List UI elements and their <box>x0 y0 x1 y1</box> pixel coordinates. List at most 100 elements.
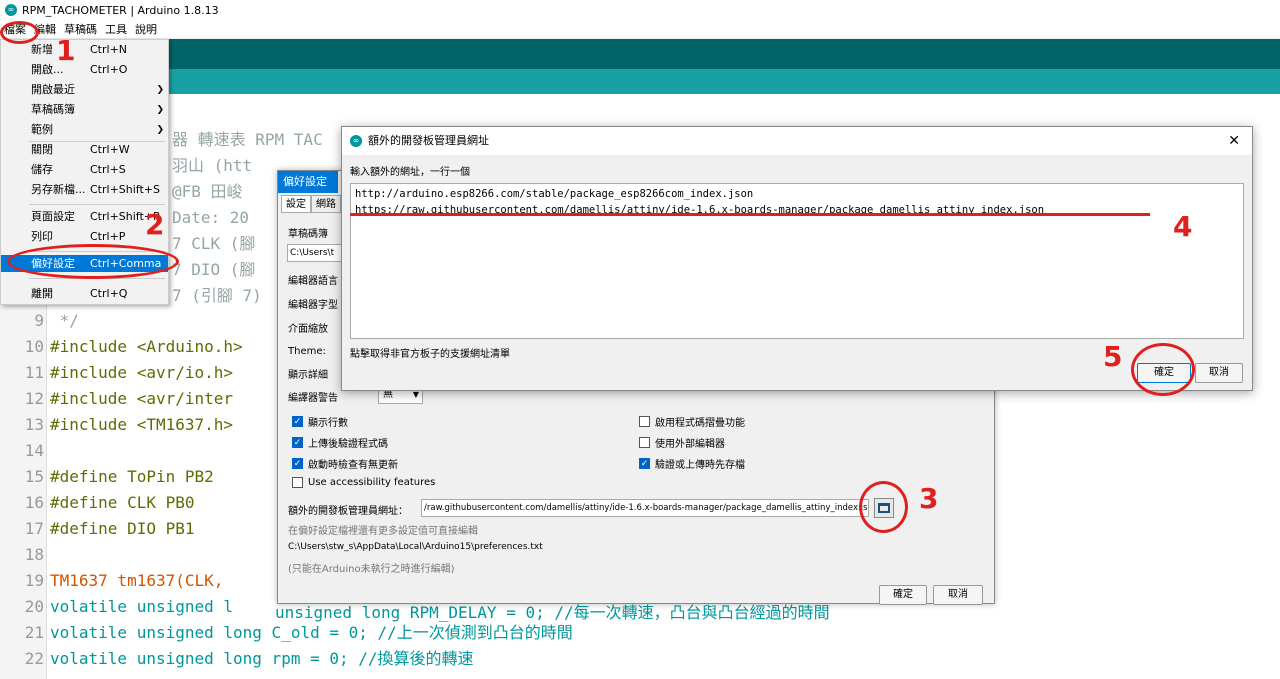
menu-item-open[interactable]: 開啟... Ctrl+O <box>1 60 168 80</box>
annotation-5: 5 <box>1103 340 1123 373</box>
menu-item-close[interactable]: 關閉 Ctrl+W <box>1 140 168 160</box>
pref-row-label: Theme: <box>288 346 326 357</box>
code-line: #include <TM1637.h> <box>50 415 234 434</box>
menu-item-save[interactable]: 儲存 Ctrl+S <box>1 160 168 180</box>
board-urls-textarea[interactable] <box>350 183 1244 339</box>
menu-item-open-recent[interactable]: 開啟最近 ❯ <box>1 80 168 100</box>
code-line: #include <avr/io.h> <box>50 363 234 382</box>
tab-network[interactable]: 網路 <box>311 195 341 213</box>
pref-row-label: 介面縮放 <box>288 324 328 335</box>
code-line: #define ToPin PB2 <box>50 467 214 486</box>
sketchbook-label: 草稿碼簿 <box>288 229 328 240</box>
code-partial: Date: 20 <box>172 208 250 227</box>
code-line: */ <box>50 311 79 330</box>
annotation-2: 2 <box>145 208 165 241</box>
dialog-title: 額外的開發板管理員網址 <box>368 134 489 147</box>
menu-tools[interactable]: 工具 <box>101 21 131 37</box>
pref-row-label: 編譯器警告 <box>288 393 338 404</box>
code-line: volatile unsigned long rpm = 0; //換算後的轉速 <box>50 649 474 668</box>
prefs-path: C:\Users\stw_s\AppData\Local\Arduino15\p… <box>288 542 543 552</box>
checkbox-external-editor[interactable]: 使用外部編輯器 <box>639 435 725 450</box>
annotation-1: 1 <box>56 34 76 67</box>
line-number: 21 <box>24 623 44 642</box>
checkbox-save-on-verify[interactable]: ✓ 驗證或上傳時先存檔 <box>639 456 745 471</box>
line-number: 13 <box>24 415 44 434</box>
separator <box>29 204 165 205</box>
code-line: volatile unsigned l <box>50 597 234 616</box>
annotation-underline <box>350 213 1150 216</box>
chevron-right-icon: ❯ <box>156 85 164 95</box>
chevron-right-icon: ❯ <box>156 105 164 115</box>
code-partial: 羽山 (htt <box>172 156 253 175</box>
arduino-logo-icon: ∞ <box>350 135 362 147</box>
check-icon: ✓ <box>292 437 303 448</box>
code-line: #include <avr/inter <box>50 389 234 408</box>
dialog-header: ∞ 額外的開發板管理員網址 ✕ <box>342 127 1252 155</box>
line-number: 22 <box>24 649 44 668</box>
checkbox-code-folding[interactable]: 啟用程式碼摺疊功能 <box>639 414 745 429</box>
checkbox-check-updates[interactable]: ✓ 啟動時檢查有無更新 <box>292 456 398 471</box>
pref-row-label: 編輯器語言 <box>288 276 338 287</box>
prefs-note: (只能在Arduino未執行之時進行編輯) <box>288 564 455 575</box>
line-number: 19 <box>24 571 44 590</box>
tab-strip <box>0 69 1280 94</box>
code-line: #define CLK PB0 <box>50 493 195 512</box>
line-number: 14 <box>24 441 44 460</box>
board-urls-field[interactable]: /raw.githubusercontent.com/damellis/atti… <box>421 499 869 517</box>
annotation-circle-2 <box>7 244 179 279</box>
dialog-instruction: 輸入額外的網址，一行一個 <box>350 167 470 178</box>
urls-cancel-button[interactable]: 取消 <box>1195 363 1243 383</box>
checkbox-show-line-numbers[interactable]: ✓ 顯示行數 <box>292 414 348 429</box>
code-partial: 7 CLK (腳 <box>172 234 256 253</box>
code-partial: @FB 田峻 <box>172 182 243 201</box>
line-number: 16 <box>24 493 44 512</box>
line-number: 20 <box>24 597 44 616</box>
line-number: 10 <box>24 337 44 356</box>
sketchbook-field[interactable]: C:\Users\t <box>287 244 347 262</box>
code-line: #include <Arduino.h> <box>50 337 243 356</box>
code-partial: 器 轉速表 RPM TAC <box>172 130 323 149</box>
arduino-logo-icon: ∞ <box>5 4 17 16</box>
menu-help[interactable]: 說明 <box>131 21 161 37</box>
code-line: volatile unsigned long C_old = 0; //上一次偵… <box>50 623 573 642</box>
close-icon[interactable]: ✕ <box>1228 127 1240 155</box>
code-line: TM1637 tm1637(CLK, <box>50 571 224 590</box>
code-partial: 7 (引腳 7) <box>172 286 262 305</box>
prefs-note: 在偏好設定檔裡還有更多設定值可直接編輯 <box>288 526 478 537</box>
unofficial-boards-link[interactable]: 點擊取得非官方板子的支援網址清單 <box>350 345 510 360</box>
chevron-right-icon: ❯ <box>156 125 164 135</box>
check-icon: ✓ <box>292 458 303 469</box>
menu-bar: 檔案 編輯 草稿碼 工具 說明 <box>0 20 1280 39</box>
check-icon: ✓ <box>292 416 303 427</box>
annotation-circle-5 <box>1131 343 1195 396</box>
preferences-title: 偏好設定 <box>278 171 338 193</box>
prefs-ok-button[interactable]: 確定 <box>879 585 927 605</box>
title-bar: ∞ RPM_TACHOMETER | Arduino 1.8.13 <box>0 0 1280 20</box>
menu-item-sketchbook[interactable]: 草稿碼簿 ❯ <box>1 100 168 120</box>
menu-item-examples[interactable]: 範例 ❯ <box>1 120 168 140</box>
annotation-3: 3 <box>919 482 939 515</box>
annotation-circle-1 <box>0 21 39 44</box>
checkbox-verify-upload[interactable]: ✓ 上傳後驗證程式碼 <box>292 435 388 450</box>
annotation-circle-3 <box>859 481 908 533</box>
checkbox-accessibility[interactable]: Use accessibility features <box>292 477 435 488</box>
code-partial: 7 DIO (腳 <box>172 260 256 279</box>
line-number: 17 <box>24 519 44 538</box>
line-number: 9 <box>34 311 44 330</box>
code-line: #define DIO PB1 <box>50 519 195 538</box>
pref-row-label: 顯示詳細 <box>288 370 328 381</box>
check-icon: ✓ <box>639 458 650 469</box>
window-title: RPM_TACHOMETER | Arduino 1.8.13 <box>22 3 219 17</box>
annotation-4: 4 <box>1173 210 1193 243</box>
line-number: 18 <box>24 545 44 564</box>
menu-item-save-as[interactable]: 另存新檔... Ctrl+Shift+S <box>1 180 168 200</box>
prefs-cancel-button[interactable]: 取消 <box>933 585 983 605</box>
line-number: 12 <box>24 389 44 408</box>
tab-settings[interactable]: 設定 <box>281 195 311 213</box>
line-number: 11 <box>24 363 44 382</box>
menu-item-page-setup[interactable]: 頁面設定 Ctrl+Shift+P <box>1 207 168 227</box>
toolbar <box>0 39 1280 69</box>
board-urls-label: 額外的開發板管理員網址： <box>288 506 408 517</box>
line-number: 15 <box>24 467 44 486</box>
menu-item-quit[interactable]: 離開 Ctrl+Q <box>1 284 168 304</box>
